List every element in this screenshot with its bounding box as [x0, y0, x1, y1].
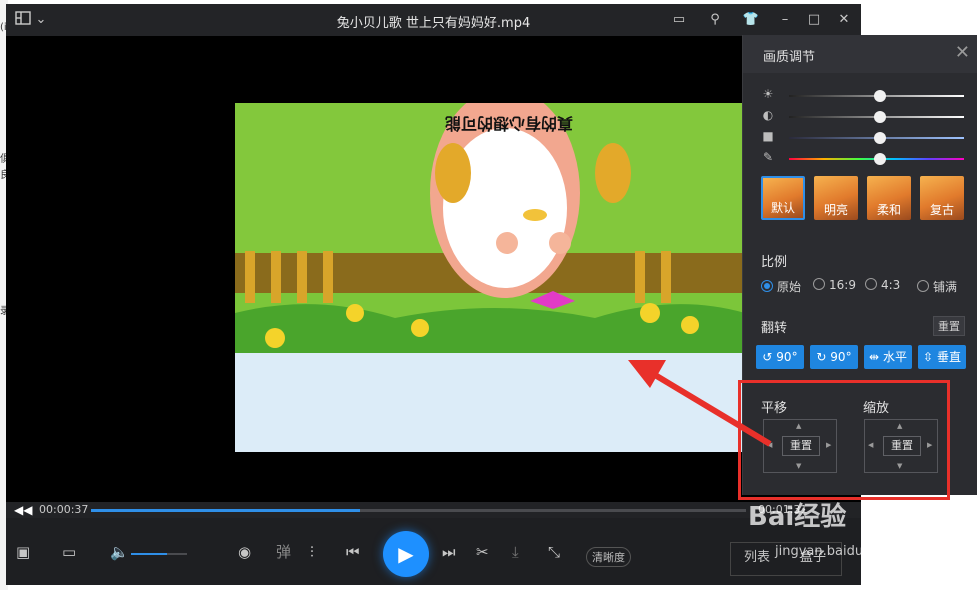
- watermark-url: jingyan.baidu.com: [775, 544, 895, 559]
- watermark-logo: Bai经验: [748, 502, 847, 532]
